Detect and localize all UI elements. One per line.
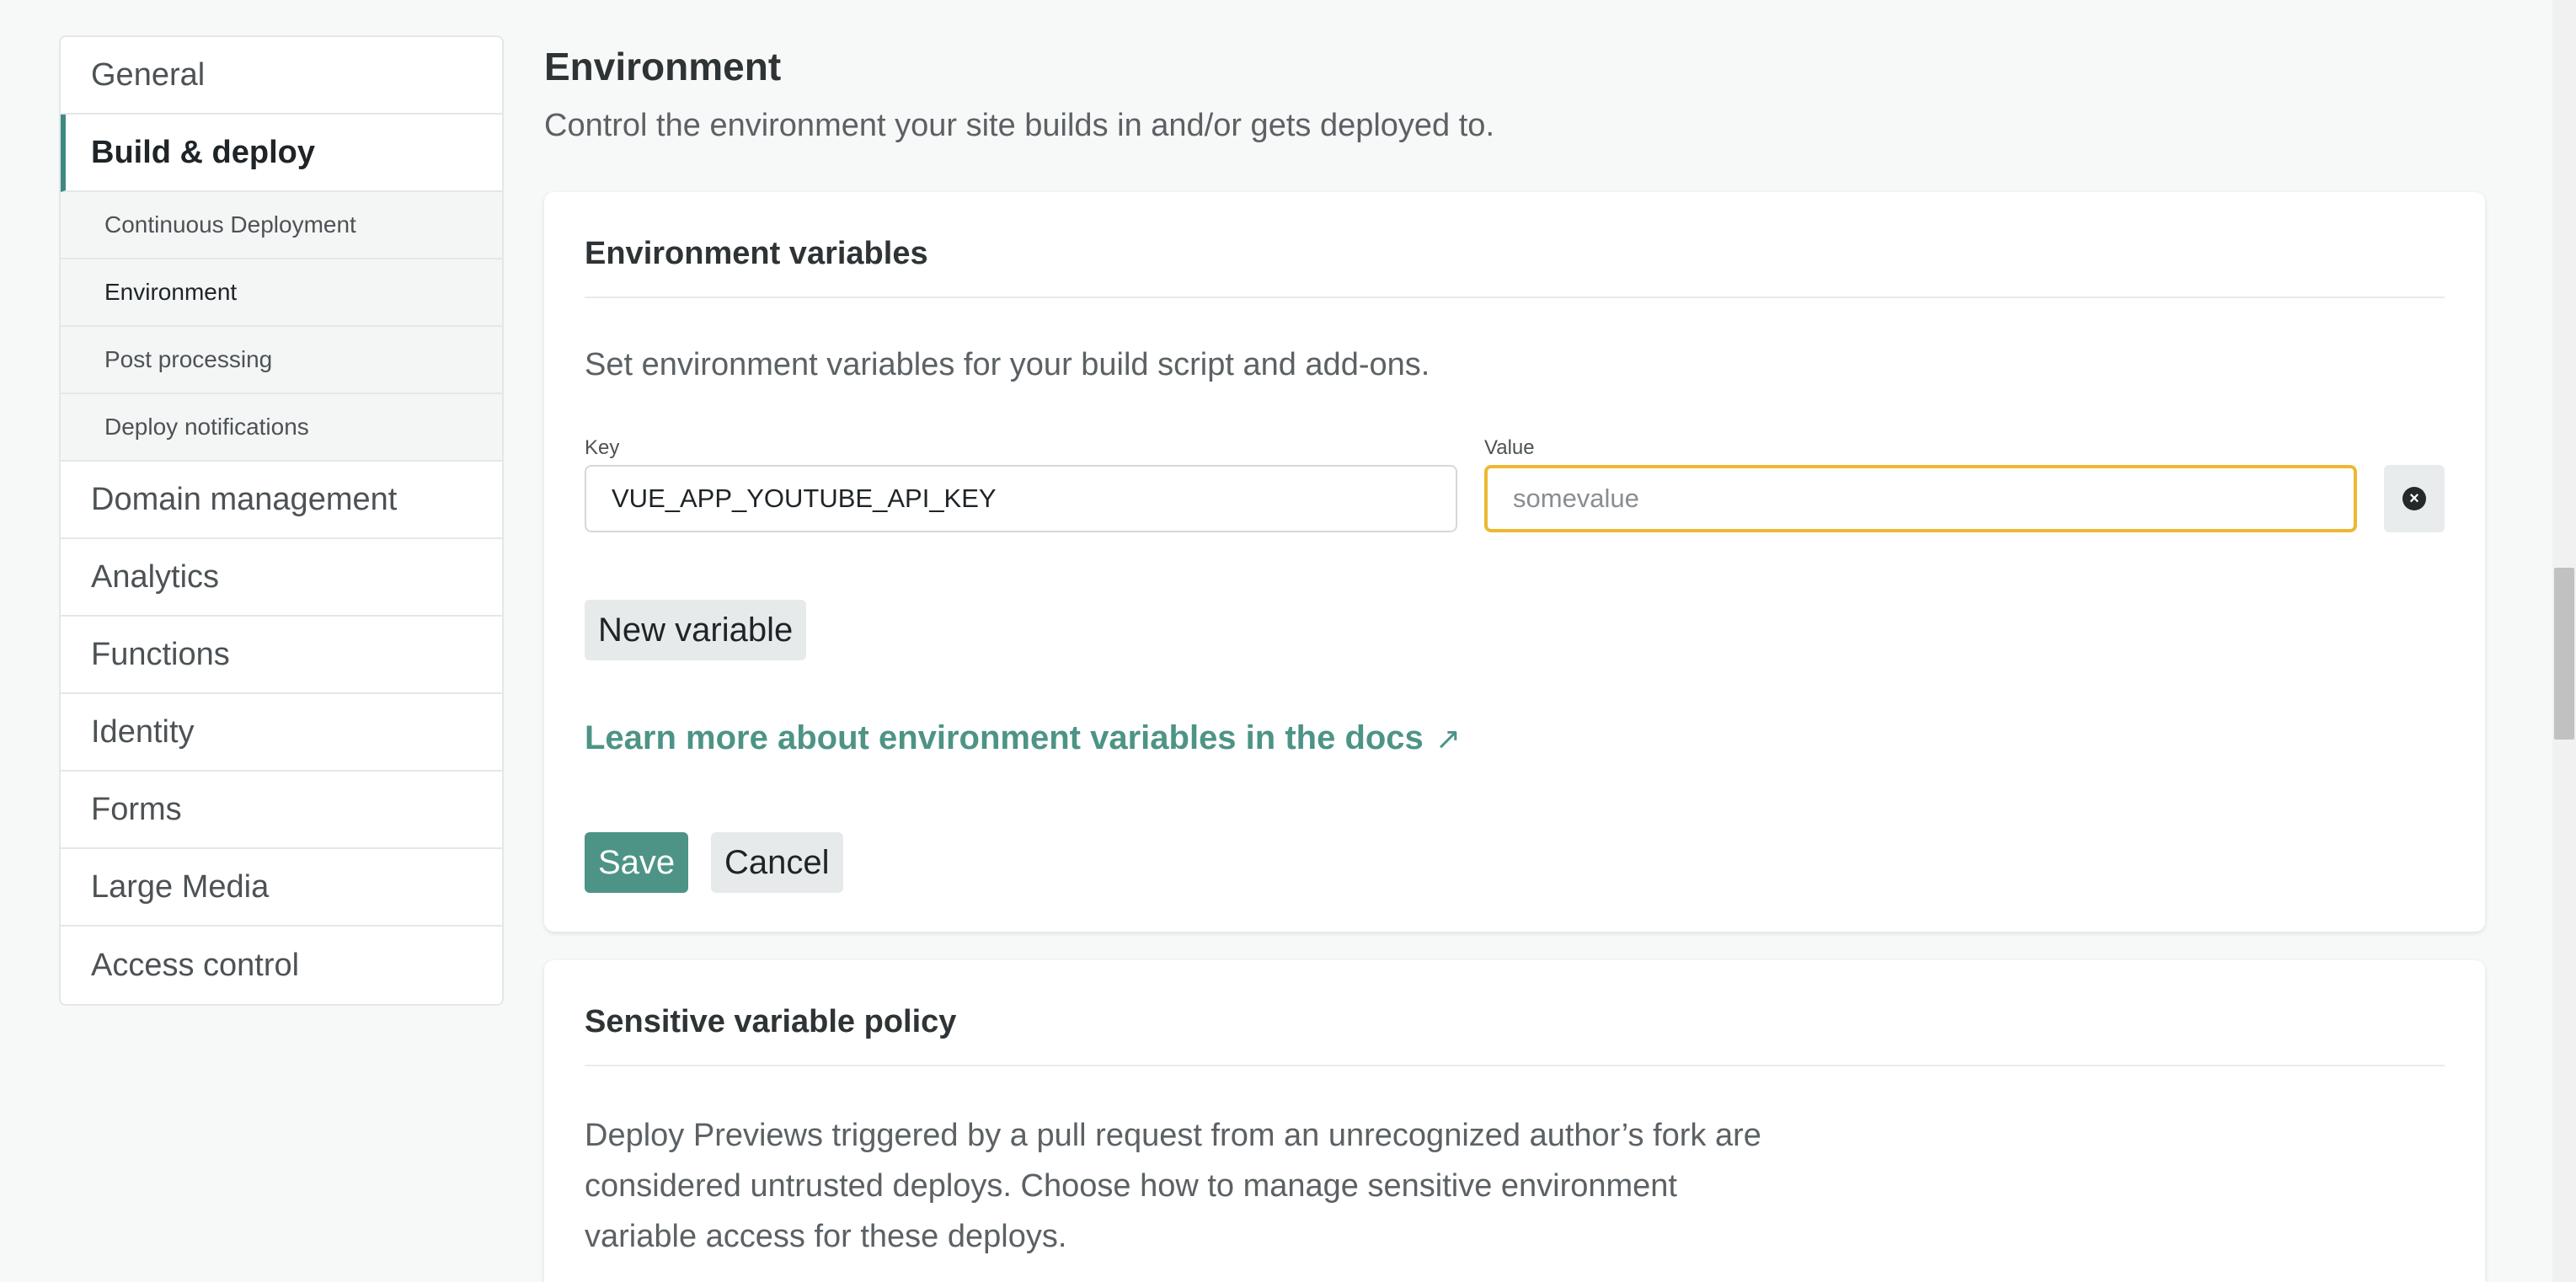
external-link-arrow-icon: ↗ <box>1435 720 1461 756</box>
sidebar-item-domain-management[interactable]: Domain management <box>61 462 502 539</box>
settings-sidebar: General Build & deploy Continuous Deploy… <box>59 35 504 1006</box>
sidebar-item-general[interactable]: General <box>61 37 502 115</box>
card-description: Set environment variables for your build… <box>585 347 1430 382</box>
sidebar-item-large-media[interactable]: Large Media <box>61 849 502 927</box>
key-label: Key <box>585 436 620 459</box>
docs-link-label: Learn more about environment variables i… <box>585 719 1424 756</box>
value-input[interactable] <box>1484 465 2357 532</box>
sidebar-item-build-deploy[interactable]: Build & deploy <box>61 115 502 192</box>
docs-link[interactable]: Learn more about environment variables i… <box>585 719 1461 757</box>
scrollbar-thumb[interactable] <box>2554 568 2574 740</box>
sidebar-item-access-control[interactable]: Access control <box>61 927 502 1004</box>
close-circle-icon: × <box>2402 487 2426 510</box>
sidebar-item-forms[interactable]: Forms <box>61 772 502 849</box>
key-input[interactable] <box>585 465 1457 532</box>
sidebar-item-identity[interactable]: Identity <box>61 694 502 772</box>
environment-variables-card: Environment variables Set environment va… <box>544 192 2485 932</box>
sidebar-item-analytics[interactable]: Analytics <box>61 539 502 617</box>
page-title: Environment <box>544 45 782 88</box>
card-divider <box>585 296 2445 298</box>
sidebar-subitem-environment[interactable]: Environment <box>61 259 502 327</box>
sidebar-subitem-deploy-notifications[interactable]: Deploy notifications <box>61 394 502 462</box>
sidebar-subitem-continuous-deployment[interactable]: Continuous Deployment <box>61 192 502 259</box>
sensitive-variable-policy-card: Sensitive variable policy Deploy Preview… <box>544 960 2485 1282</box>
card-title: Environment variables <box>585 236 928 271</box>
page-description: Control the environment your site builds… <box>544 108 1494 143</box>
new-variable-button[interactable]: New variable <box>585 600 807 660</box>
card-title: Sensitive variable policy <box>585 1004 957 1039</box>
remove-variable-button[interactable]: × <box>2384 465 2445 532</box>
card-divider <box>585 1065 2445 1066</box>
cancel-button[interactable]: Cancel <box>711 832 843 893</box>
sidebar-item-functions[interactable]: Functions <box>61 617 502 694</box>
policy-description: Deploy Previews triggered by a pull requ… <box>585 1118 1761 1254</box>
value-label: Value <box>1484 436 1535 459</box>
scrollbar-track[interactable] <box>2552 0 2576 1282</box>
sidebar-subitem-post-processing[interactable]: Post processing <box>61 327 502 394</box>
save-button[interactable]: Save <box>585 832 689 893</box>
